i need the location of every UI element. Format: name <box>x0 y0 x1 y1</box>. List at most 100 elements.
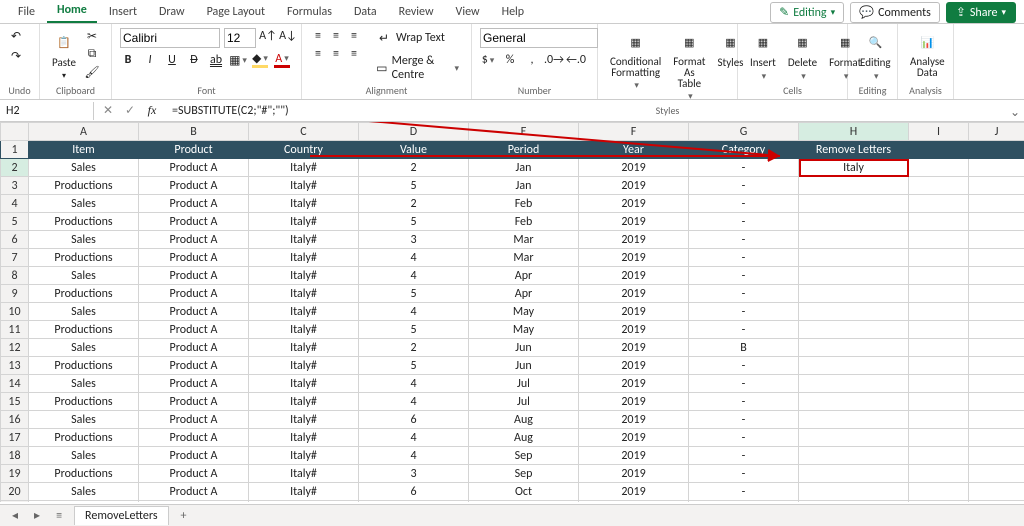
editing-button[interactable]: 🔍Editing <box>856 28 895 84</box>
cell-D8[interactable]: 4 <box>359 267 469 285</box>
cell-B12[interactable]: Product A <box>139 339 249 357</box>
cell-I7[interactable] <box>909 249 969 267</box>
ribbon-tab-help[interactable]: Help <box>492 1 535 23</box>
cell-A7[interactable]: Productions <box>29 249 139 267</box>
cell-F9[interactable]: 2019 <box>579 285 689 303</box>
cell-B16[interactable]: Product A <box>139 411 249 429</box>
font-size-select[interactable] <box>224 28 256 48</box>
cell-D6[interactable]: 3 <box>359 231 469 249</box>
cell-E10[interactable]: May <box>469 303 579 321</box>
cell-I4[interactable] <box>909 195 969 213</box>
cell-C8[interactable]: Italy# <box>249 267 359 285</box>
cell-D19[interactable]: 3 <box>359 465 469 483</box>
fx-icon[interactable]: fx <box>144 103 160 119</box>
cell-G9[interactable]: - <box>689 285 799 303</box>
cell-J15[interactable] <box>969 393 1024 411</box>
expand-formula-icon[interactable]: ⌄ <box>1010 105 1020 120</box>
cell-G20[interactable]: - <box>689 483 799 501</box>
formula-bar[interactable]: =SUBSTITUTE(C2;"#";"") ⌄ <box>166 102 1024 120</box>
cell-A6[interactable]: Sales <box>29 231 139 249</box>
cell-B6[interactable]: Product A <box>139 231 249 249</box>
cell-I16[interactable] <box>909 411 969 429</box>
cell-I12[interactable] <box>909 339 969 357</box>
row-header-15[interactable]: 15 <box>1 393 29 411</box>
insert-cells-button[interactable]: ▦Insert <box>746 28 780 84</box>
cell-H20[interactable] <box>799 483 909 501</box>
cell-E8[interactable]: Apr <box>469 267 579 285</box>
cell-F11[interactable]: 2019 <box>579 321 689 339</box>
select-all-corner[interactable] <box>1 123 29 141</box>
cell-I13[interactable] <box>909 357 969 375</box>
cell-I3[interactable] <box>909 177 969 195</box>
cell-H15[interactable] <box>799 393 909 411</box>
cell-J21[interactable] <box>969 501 1024 503</box>
cell-H4[interactable] <box>799 195 909 213</box>
cell-F15[interactable]: 2019 <box>579 393 689 411</box>
cell-I15[interactable] <box>909 393 969 411</box>
table-header-cell[interactable]: Year <box>579 141 689 159</box>
cell-B17[interactable]: Product A <box>139 429 249 447</box>
row-header-13[interactable]: 13 <box>1 357 29 375</box>
cell-A2[interactable]: Sales <box>29 159 139 177</box>
align-top-icon[interactable]: ≡ <box>310 28 326 44</box>
cell-F6[interactable]: 2019 <box>579 231 689 249</box>
cell-A5[interactable]: Productions <box>29 213 139 231</box>
cell-C15[interactable]: Italy# <box>249 393 359 411</box>
cell-A3[interactable]: Productions <box>29 177 139 195</box>
cell-C20[interactable]: Italy# <box>249 483 359 501</box>
name-box[interactable]: H2 <box>0 102 94 120</box>
table-header-cell[interactable]: Remove Letters <box>799 141 909 159</box>
cell-D9[interactable]: 5 <box>359 285 469 303</box>
row-header-8[interactable]: 8 <box>1 267 29 285</box>
cell-F19[interactable]: 2019 <box>579 465 689 483</box>
cell-H14[interactable] <box>799 375 909 393</box>
cell-D13[interactable]: 5 <box>359 357 469 375</box>
cell-E16[interactable]: Aug <box>469 411 579 429</box>
cell-J9[interactable] <box>969 285 1024 303</box>
align-right-icon[interactable]: ≡ <box>346 46 362 62</box>
cell-I9[interactable] <box>909 285 969 303</box>
cell-A21[interactable]: Productions <box>29 501 139 503</box>
column-header-F[interactable]: F <box>579 123 689 141</box>
table-header-cell[interactable]: Value <box>359 141 469 159</box>
table-header-cell[interactable]: Item <box>29 141 139 159</box>
format-painter-icon[interactable]: 🖌 <box>84 64 100 80</box>
cell-G21[interactable]: - <box>689 501 799 503</box>
cell-E6[interactable]: Mar <box>469 231 579 249</box>
cell-G17[interactable]: - <box>689 429 799 447</box>
cell-C10[interactable]: Italy# <box>249 303 359 321</box>
add-sheet-icon[interactable]: + <box>177 509 191 523</box>
cell-E18[interactable]: Sep <box>469 447 579 465</box>
cell-B4[interactable]: Product A <box>139 195 249 213</box>
row-header-17[interactable]: 17 <box>1 429 29 447</box>
cell-G14[interactable]: - <box>689 375 799 393</box>
cell-C5[interactable]: Italy# <box>249 213 359 231</box>
cell-J7[interactable] <box>969 249 1024 267</box>
cell-J14[interactable] <box>969 375 1024 393</box>
row-header-9[interactable]: 9 <box>1 285 29 303</box>
cell-A10[interactable]: Sales <box>29 303 139 321</box>
column-header-E[interactable]: E <box>469 123 579 141</box>
sheet-tab[interactable]: RemoveLetters <box>74 506 169 525</box>
cell-J5[interactable] <box>969 213 1024 231</box>
row-header-3[interactable]: 3 <box>1 177 29 195</box>
cell-F13[interactable]: 2019 <box>579 357 689 375</box>
bold-button[interactable]: B <box>120 52 136 68</box>
cell-G16[interactable]: - <box>689 411 799 429</box>
cell-J2[interactable] <box>969 159 1024 177</box>
cell-B10[interactable]: Product A <box>139 303 249 321</box>
row-header-14[interactable]: 14 <box>1 375 29 393</box>
cell-J18[interactable] <box>969 447 1024 465</box>
cell-G7[interactable]: - <box>689 249 799 267</box>
cell-E15[interactable]: Jul <box>469 393 579 411</box>
cell-D15[interactable]: 4 <box>359 393 469 411</box>
cell-A19[interactable]: Productions <box>29 465 139 483</box>
cell-E11[interactable]: May <box>469 321 579 339</box>
cell-D14[interactable]: 4 <box>359 375 469 393</box>
dec-decimal-icon[interactable]: ←.0 <box>568 52 584 68</box>
cell-D17[interactable]: 4 <box>359 429 469 447</box>
format-as-table-button[interactable]: ▦Format As Table <box>669 28 709 104</box>
ribbon-tab-insert[interactable]: Insert <box>99 1 147 23</box>
cell-B3[interactable]: Product A <box>139 177 249 195</box>
analyse-data-button[interactable]: 📊Analyse Data <box>906 28 949 80</box>
